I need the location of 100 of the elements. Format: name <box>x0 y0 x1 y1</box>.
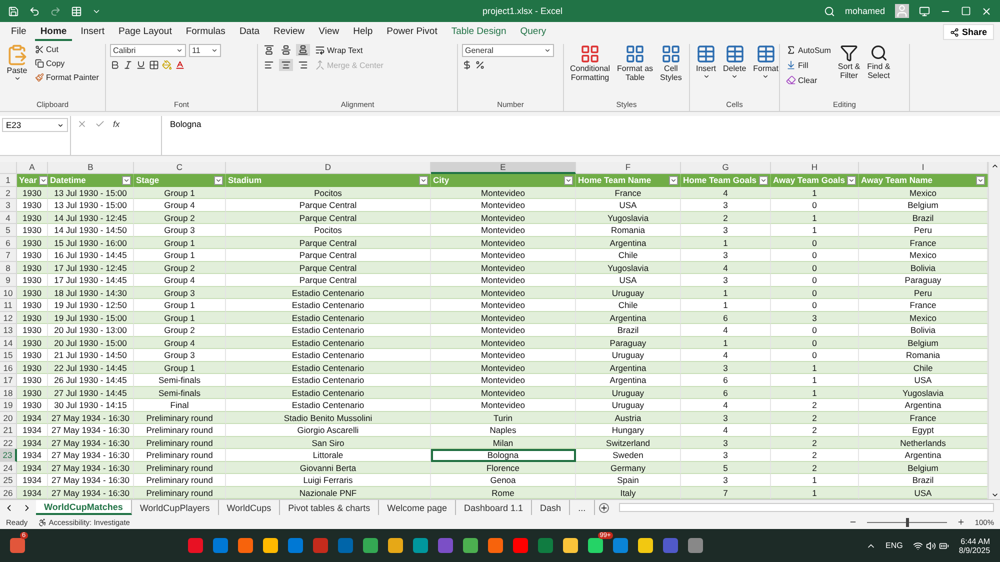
bold-icon[interactable] <box>110 60 120 70</box>
borders-icon[interactable] <box>149 60 159 70</box>
paste-button[interactable]: Paste <box>4 44 30 82</box>
column-header[interactable]: B <box>48 162 134 174</box>
app-icon[interactable] <box>612 538 628 553</box>
row-header[interactable]: 7 <box>0 249 17 262</box>
filter-dropdown-icon[interactable] <box>38 176 48 185</box>
number-format-field[interactable]: General <box>462 44 554 57</box>
app-icon[interactable] <box>238 538 253 553</box>
vertical-align-button[interactable] <box>262 44 276 56</box>
zoom-thumb[interactable] <box>906 518 909 526</box>
row-header[interactable]: 11 <box>0 299 17 312</box>
row-header[interactable]: 17 <box>0 374 17 386</box>
find-select-button[interactable]: Find & Select <box>865 44 892 80</box>
sheet-tab[interactable]: WorldCupMatches <box>36 500 132 515</box>
row-header[interactable]: 14 <box>0 336 17 349</box>
filter-dropdown-icon[interactable] <box>122 176 131 185</box>
ribbon-tab[interactable]: Data <box>234 24 265 40</box>
app-icon[interactable] <box>588 538 603 553</box>
fill-button[interactable]: Fill <box>784 59 833 71</box>
row-header[interactable]: 9 <box>0 274 17 286</box>
ribbon-tab[interactable]: View <box>314 24 344 40</box>
filter-dropdown-icon[interactable] <box>669 176 678 185</box>
underline-icon[interactable] <box>136 60 146 70</box>
app-icon[interactable] <box>362 538 378 553</box>
column-header[interactable]: E <box>431 162 576 174</box>
filter-dropdown-icon[interactable] <box>214 176 223 185</box>
ribbon-tab[interactable]: Table Design <box>446 24 512 40</box>
wifi-icon[interactable] <box>912 540 923 550</box>
ribbon-tab[interactable]: Page Layout <box>113 24 177 40</box>
ribbon-tab[interactable]: Query <box>515 24 552 40</box>
horizontal-align-button[interactable] <box>262 59 276 71</box>
font-name-field[interactable]: Calibri <box>110 44 186 57</box>
enter-icon[interactable] <box>95 119 105 129</box>
italic-icon[interactable] <box>123 60 133 70</box>
maximize-icon[interactable] <box>961 6 971 16</box>
row-header[interactable]: 6 <box>0 236 17 249</box>
row-header[interactable]: 8 <box>0 262 17 274</box>
column-header[interactable]: D <box>226 162 431 174</box>
filter-dropdown-icon[interactable] <box>759 176 768 185</box>
sort-filter-button[interactable]: Sort & Filter <box>836 44 862 80</box>
column-header[interactable]: I <box>859 162 988 174</box>
close-icon[interactable] <box>981 6 992 16</box>
search-icon[interactable] <box>824 6 835 16</box>
ribbon-tab[interactable]: Power Pivot <box>382 24 442 40</box>
vertical-align-button[interactable] <box>279 44 293 56</box>
add-sheet-icon[interactable] <box>598 503 609 513</box>
fill-color-icon[interactable] <box>162 60 172 70</box>
app-icon[interactable] <box>488 538 503 553</box>
row-header[interactable]: 26 <box>0 486 17 499</box>
row-header[interactable]: 16 <box>0 362 17 374</box>
row-header[interactable]: 2 <box>0 186 17 199</box>
filter-dropdown-icon[interactable] <box>564 176 573 185</box>
styles-button[interactable]: Conditional Formatting <box>568 44 612 82</box>
language-indicator[interactable]: ENG <box>886 541 903 550</box>
app-icon[interactable] <box>638 538 653 553</box>
display-icon[interactable] <box>919 6 930 16</box>
undo-icon[interactable] <box>29 6 40 16</box>
row-header[interactable]: 23 <box>0 449 17 462</box>
clock[interactable]: 6:44 AM 8/9/2025 <box>958 536 990 554</box>
app-icon[interactable] <box>562 538 578 553</box>
clear-button[interactable]: Clear <box>784 74 833 86</box>
ribbon-tab[interactable]: Insert <box>76 24 110 40</box>
ribbon-tab[interactable]: Review <box>268 24 310 40</box>
name-box[interactable]: E23 <box>2 118 68 132</box>
volume-icon[interactable] <box>926 540 936 550</box>
vertical-align-button[interactable] <box>296 44 310 56</box>
row-header[interactable]: 15 <box>0 349 17 362</box>
row-header[interactable]: 20 <box>0 412 17 424</box>
battery-icon[interactable] <box>938 540 949 550</box>
redo-icon[interactable] <box>50 6 61 16</box>
app-icon[interactable] <box>388 538 403 553</box>
filter-dropdown-icon[interactable] <box>847 176 856 185</box>
column-header[interactable]: F <box>576 162 681 174</box>
scroll-down-icon[interactable] <box>990 491 998 499</box>
row-header[interactable]: 25 <box>0 474 17 486</box>
horizontal-align-button[interactable] <box>279 59 293 71</box>
function-button[interactable]: fx <box>113 119 120 129</box>
currency-icon[interactable] <box>462 60 472 70</box>
font-size-field[interactable]: 11 <box>189 44 221 57</box>
formula-field[interactable]: Bologna <box>162 116 1000 155</box>
app-icon[interactable] <box>462 538 478 553</box>
row-header[interactable]: 12 <box>0 312 17 324</box>
scroll-up-icon[interactable] <box>990 162 998 170</box>
horizontal-scrollbar[interactable] <box>618 503 994 512</box>
styles-button[interactable]: Format as Table <box>615 44 656 82</box>
row-header[interactable]: 10 <box>0 286 17 299</box>
autosum-button[interactable]: AutoSum <box>784 44 833 56</box>
row-header[interactable]: 4 <box>0 212 17 224</box>
app-icon[interactable] <box>688 538 703 553</box>
filter-dropdown-icon[interactable] <box>419 176 428 185</box>
cells-button[interactable]: Format <box>751 44 780 80</box>
row-header[interactable]: 21 <box>0 424 17 436</box>
row-header[interactable]: 19 <box>0 399 17 412</box>
row-header[interactable]: 24 <box>0 462 17 474</box>
font-color-icon[interactable] <box>175 60 185 70</box>
share-button[interactable]: Share <box>942 24 994 40</box>
cancel-icon[interactable] <box>77 119 87 129</box>
percent-icon[interactable] <box>475 60 485 70</box>
cells-button[interactable]: Insert <box>694 44 718 80</box>
